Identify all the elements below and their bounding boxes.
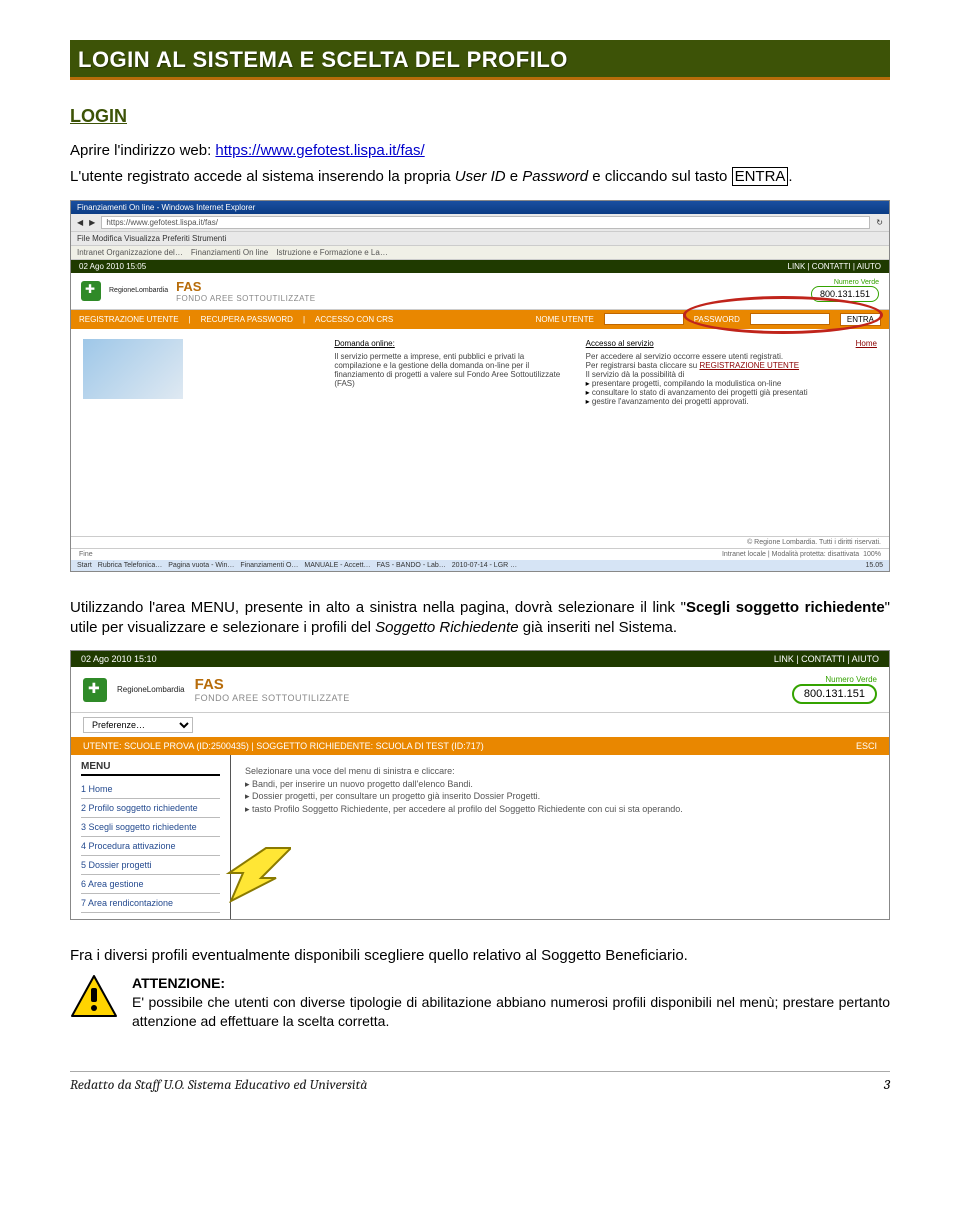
regione-logo-icon <box>81 281 101 301</box>
promo-image <box>83 339 183 399</box>
fas-brand-sub: FONDO AREE SOTTOUTILIZZATE <box>176 294 803 303</box>
tab-item[interactable]: Intranet Organizzazione del… <box>77 248 183 257</box>
esci-button[interactable]: ESCI <box>856 741 877 751</box>
regione-logo-icon <box>83 678 107 702</box>
intro-url-link[interactable]: https://www.gefotest.lispa.it/fas/ <box>215 142 424 159</box>
top-links[interactable]: LINK | CONTATTI | AIUTO <box>788 262 882 271</box>
fas-header: RegioneLombardia FAS FONDO AREE SOTTOUTI… <box>71 273 889 310</box>
task-item[interactable]: 2010-07-14 - LGR … <box>452 562 517 569</box>
menu-profilo-soggetto[interactable]: 2 Profilo soggetto richiedente <box>81 799 220 818</box>
tab-item[interactable]: Finanziamenti On line <box>191 248 268 257</box>
top-links[interactable]: LINK | CONTATTI | AIUTO <box>774 654 879 664</box>
windows-taskbar[interactable]: Start Rubrica Telefonica… Pagina vuota -… <box>71 560 889 571</box>
fas-brand-sub: FONDO AREE SOTTOUTILIZZATE <box>195 693 350 703</box>
nav-fwd-icon[interactable]: ▶ <box>89 218 95 227</box>
section-rule <box>70 77 890 80</box>
footer-pagenum: 3 <box>884 1076 890 1093</box>
home-link[interactable]: Home <box>856 339 877 348</box>
fas-dark-band: 02 Ago 2010 15:05 LINK | CONTATTI | AIUT… <box>71 260 889 273</box>
regione-label: RegioneLombardia <box>109 287 168 294</box>
regione-label: RegioneLombardia <box>117 685 185 694</box>
user-bar: UTENTE: SCUOLE PROVA (ID:2500435) | SOGG… <box>71 737 889 755</box>
menu-dossier-progetti[interactable]: 5 Dossier progetti <box>81 856 220 875</box>
attention-block: ATTENZIONE: E' possibile che utenti con … <box>70 974 890 1031</box>
link-recupera-pwd[interactable]: RECUPERA PASSWORD <box>201 315 293 324</box>
attention-title: ATTENZIONE: <box>132 975 225 991</box>
menu-area-rendicontazione[interactable]: 7 Area rendicontazione <box>81 894 220 913</box>
login-bar: REGISTRAZIONE UTENTE | RECUPERA PASSWORD… <box>71 310 889 329</box>
task-item[interactable]: Finanziamenti O… <box>240 562 298 569</box>
intro-line1: Aprire l'indirizzo web: https://www.gefo… <box>70 141 890 161</box>
task-item[interactable]: MANUALE - Accett… <box>304 562 370 569</box>
ie-address-bar: ◀ ▶ https://www.gefotest.lispa.it/fas/ ↻ <box>71 214 889 232</box>
fas-dark-band2: 02 Ago 2010 15:10 LINK | CONTATTI | AIUT… <box>71 651 889 667</box>
link-accesso-crs[interactable]: ACCESSO CON CRS <box>315 315 393 324</box>
screenshot-menu: 02 Ago 2010 15:10 LINK | CONTATTI | AIUT… <box>70 650 890 920</box>
link-registrazione-inline[interactable]: REGISTRAZIONE UTENTE <box>699 361 799 370</box>
task-item[interactable]: FAS - BANDO - Lab… <box>377 562 446 569</box>
subheading-login: LOGIN <box>70 106 890 127</box>
footer-left: Redatto da Staff U.O. Sistema Educativo … <box>70 1076 367 1093</box>
entra-button[interactable]: ENTRA <box>840 313 881 326</box>
start-button[interactable]: Start <box>77 562 92 569</box>
para-menu: Utilizzando l'area MENU, presente in alt… <box>70 598 890 639</box>
tab-item[interactable]: Istruzione e Formazione e La… <box>276 248 388 257</box>
prefs-select[interactable]: Preferenze… <box>83 717 193 733</box>
screenshot-login: Finanziamenti On line - Windows Internet… <box>70 200 890 572</box>
link-registrazione[interactable]: REGISTRAZIONE UTENTE <box>79 315 179 324</box>
ie-menu-bar[interactable]: File Modifica Visualizza Preferiti Strum… <box>71 232 889 246</box>
fas-header2: RegioneLombardia FAS FONDO AREE SOTTOUTI… <box>71 667 889 713</box>
task-item[interactable]: Pagina vuota - Win… <box>168 562 234 569</box>
numero-verde-badge: 800.131.151 <box>811 286 879 302</box>
side-menu: MENU 1 Home 2 Profilo soggetto richieden… <box>71 755 231 919</box>
user-input[interactable] <box>604 313 684 325</box>
menu-procedura-attivazione[interactable]: 4 Procedura attivazione <box>81 837 220 856</box>
intro-line2: L'utente registrato accede al sistema in… <box>70 167 890 187</box>
section-title-bar: LOGIN AL SISTEMA E SCELTA DEL PROFILO <box>70 40 890 77</box>
section-title: LOGIN AL SISTEMA E SCELTA DEL PROFILO <box>78 47 882 73</box>
menu-home[interactable]: 1 Home <box>81 780 220 799</box>
numero-verde-badge: 800.131.151 <box>792 684 877 704</box>
refresh-icon[interactable]: ↻ <box>876 218 883 227</box>
footer-rule <box>70 1071 890 1072</box>
fas-content: Domanda online: Il servizio permette a i… <box>71 329 889 416</box>
para-choose-profile: Fra i diversi profili eventualmente disp… <box>70 946 890 966</box>
menu-scegli-soggetto[interactable]: 3 Scegli soggetto richiedente <box>81 818 220 837</box>
right-help-text: Selezionare una voce del menu di sinistr… <box>231 755 889 919</box>
fas-brand: FAS <box>195 676 350 693</box>
page-foot: © Regione Lombardia. Tutti i diritti ris… <box>71 536 889 548</box>
entra-box: ENTRA <box>732 167 789 186</box>
address-field[interactable]: https://www.gefotest.lispa.it/fas/ <box>101 216 870 229</box>
menu-area-gestione[interactable]: 6 Area gestione <box>81 875 220 894</box>
task-item[interactable]: Rubrica Telefonica… <box>98 562 162 569</box>
fas-brand: FAS <box>176 279 803 294</box>
password-input[interactable] <box>750 313 830 325</box>
clock: 15.05 <box>865 562 883 569</box>
nav-back-icon[interactable]: ◀ <box>77 218 83 227</box>
warning-triangle-icon <box>70 974 118 1018</box>
attention-body: E' possibile che utenti con diverse tipo… <box>132 994 890 1029</box>
ie-titlebar: Finanziamenti On line - Windows Internet… <box>71 201 889 214</box>
page-footer: Redatto da Staff U.O. Sistema Educativo … <box>0 1076 960 1093</box>
ie-status: FineIntranet locale | Modalità protetta:… <box>71 548 889 560</box>
ie-tabs[interactable]: Intranet Organizzazione del… Finanziamen… <box>71 246 889 260</box>
prefs-row: Preferenze… <box>71 713 889 737</box>
